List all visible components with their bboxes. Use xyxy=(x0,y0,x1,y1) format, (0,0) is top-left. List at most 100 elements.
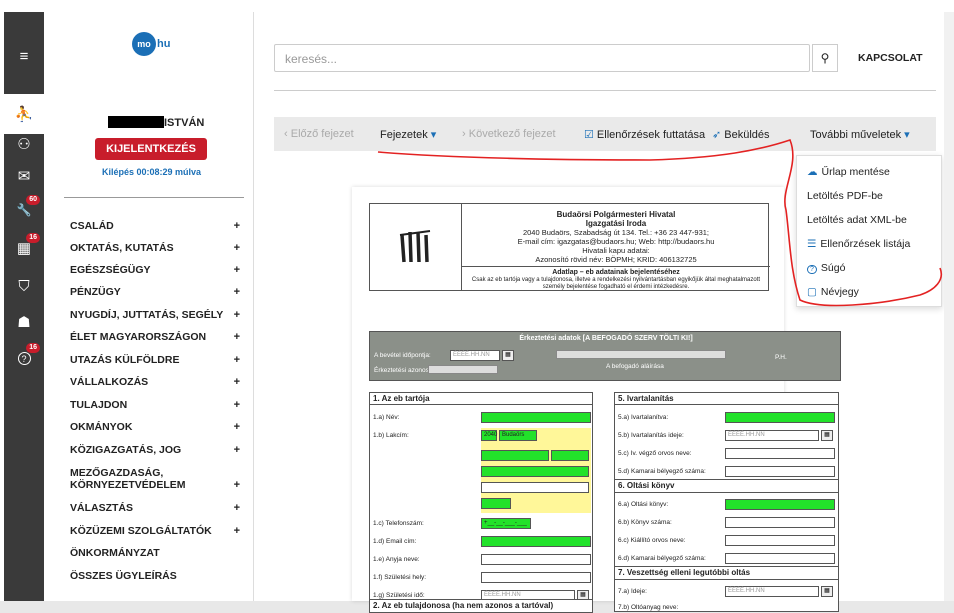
receipt-title: Érkeztetési adatok [A BEFOGADÓ SZERV TÖL… xyxy=(519,335,693,342)
menu-item-egeszsegugy[interactable]: EGÉSZSÉGÜGY + xyxy=(70,264,240,276)
field-label: 5.a) Ivartalanítva: xyxy=(618,414,669,421)
email-input[interactable] xyxy=(481,536,591,547)
receipt-date-input[interactable]: ÉÉÉÉ.HH.NN xyxy=(450,350,500,361)
search-input[interactable]: keresés... xyxy=(274,44,810,72)
issuing-vet-input[interactable] xyxy=(725,535,835,546)
office-info: Budaörsi Polgármesteri Hivatal Igazgatás… xyxy=(517,210,715,264)
about-item[interactable]: ▢ Névjegy xyxy=(807,286,859,298)
expand-icon[interactable]: + xyxy=(234,242,240,254)
save-form-item[interactable]: ☁ Űrlap mentése xyxy=(807,166,890,178)
more-actions-dropdown[interactable]: További műveletek ▾ xyxy=(810,128,910,141)
expand-icon[interactable]: + xyxy=(234,399,240,411)
expand-icon[interactable]: + xyxy=(234,525,240,537)
mother-name-input[interactable] xyxy=(481,554,591,565)
submit-button[interactable]: ➶ Beküldés xyxy=(712,128,770,141)
street-input[interactable] xyxy=(481,450,549,461)
cloud-upload-icon: ☁ xyxy=(807,166,818,178)
wrench-icon[interactable]: 🔧 60 xyxy=(4,190,44,230)
expand-icon[interactable]: + xyxy=(234,421,240,433)
menu-item-mezogazdasag[interactable]: MEZŐGAZDASÁG, KÖRNYEZETVÉDELEM + xyxy=(70,467,240,491)
house-number-input[interactable] xyxy=(481,466,589,477)
book-number-input[interactable] xyxy=(725,517,835,528)
expand-icon[interactable]: + xyxy=(234,286,240,298)
calendar-icon[interactable]: ▦ xyxy=(502,350,514,361)
download-pdf-item[interactable]: Letöltés PDF-be xyxy=(807,190,883,202)
birth-place-input[interactable] xyxy=(481,572,591,583)
city-input[interactable]: Budaörs xyxy=(499,430,537,441)
prev-chapter-button[interactable]: ‹ Előző fejezet xyxy=(284,128,354,140)
street-type-input[interactable] xyxy=(551,450,589,461)
expand-icon[interactable]: + xyxy=(234,444,240,456)
menu-item-nyugdij[interactable]: NYUGDÍJ, JUTTATÁS, SEGÉLY + xyxy=(70,309,240,321)
help-icon[interactable]: ? 16 xyxy=(4,338,44,378)
field-label: 1.d) Email cím: xyxy=(373,538,417,545)
menu-item-penzugy[interactable]: PÉNZÜGY + xyxy=(70,286,240,298)
field-label: 1.f) Születési hely: xyxy=(373,574,427,581)
site-logo[interactable]: mo hu xyxy=(132,32,180,56)
section-title: 5. Ivartalanítás xyxy=(618,394,674,403)
next-chapter-button[interactable]: › Következő fejezet xyxy=(462,128,556,140)
expand-icon[interactable]: + xyxy=(234,479,240,491)
menu-item-okmanyok[interactable]: OKMÁNYOK + xyxy=(70,421,240,433)
search-button[interactable]: ⚲ xyxy=(812,44,838,72)
building-input[interactable] xyxy=(481,482,589,493)
field-label: 6.a) Oltási könyv: xyxy=(618,501,669,508)
stamp-label: P.H. xyxy=(775,354,787,361)
building-icon[interactable]: ▦ 16 xyxy=(4,228,44,268)
scrollbar[interactable] xyxy=(944,12,954,601)
rabies-date-input[interactable]: ÉÉÉÉ.HH.NN xyxy=(725,586,819,597)
receipt-id-input[interactable] xyxy=(428,365,498,374)
checks-list-item[interactable]: ☰ Ellenőrzések listája xyxy=(807,238,910,250)
badge: 16 xyxy=(26,343,40,353)
neutered-date-input[interactable]: ÉÉÉÉ.HH.NN xyxy=(725,430,819,441)
divider xyxy=(274,90,936,91)
menu-item-valasztas[interactable]: VÁLASZTÁS + xyxy=(70,502,240,514)
download-xml-item[interactable]: Letöltés adat XML-be xyxy=(807,214,907,226)
vaccination-book-select[interactable] xyxy=(725,499,835,510)
calendar-icon[interactable]: ▦ xyxy=(821,586,833,597)
menu-item-elet[interactable]: ÉLET MAGYARORSZÁGON + xyxy=(70,331,240,343)
menu-item-onkormanyzat[interactable]: ÖNKORMÁNYZAT xyxy=(70,547,235,559)
menu-item-csalad[interactable]: CSALÁD + xyxy=(70,220,240,232)
contact-link[interactable]: KAPCSOLAT xyxy=(858,52,923,64)
main-menu-panel: mo hu ISTVÁN KIJELENTKEZÉS Kilépés 00:08… xyxy=(44,12,254,601)
add-user-icon[interactable]: ☗ xyxy=(4,302,44,342)
receipt-signature-field[interactable] xyxy=(556,350,726,359)
expand-icon[interactable]: + xyxy=(234,309,240,321)
phone-input[interactable]: +__-__-___-___ xyxy=(481,518,531,529)
address-extra-input[interactable] xyxy=(481,498,511,509)
neutered-select[interactable] xyxy=(725,412,835,423)
field-label: 1.e) Anyja neve: xyxy=(373,556,420,563)
expand-icon[interactable]: + xyxy=(234,376,240,388)
menu-item-osszes[interactable]: ÖSSZES ÜGYLEÍRÁS xyxy=(70,570,235,582)
zip-input[interactable]: 2040 xyxy=(481,430,497,441)
chapters-dropdown[interactable]: Fejezetek ▾ xyxy=(380,128,436,141)
menu-item-kozigazgatas[interactable]: KÖZIGAZGATÁS, JOG + xyxy=(70,444,240,456)
menu-item-vallalkozas[interactable]: VÁLLALKOZÁS + xyxy=(70,376,240,388)
main-content: keresés... ⚲ KAPCSOLAT ‹ Előző fejezet F… xyxy=(254,12,954,613)
receipt-sign-label: A befogadó aláírása xyxy=(606,363,664,370)
menu-item-kozuzemi[interactable]: KÖZÜZEMI SZOLGÁLTATÓK + xyxy=(70,525,240,537)
run-checks-button[interactable]: ☑ Ellenőrzések futtatása xyxy=(584,128,705,141)
expand-icon[interactable]: + xyxy=(234,354,240,366)
badge: 16 xyxy=(26,233,40,243)
expand-icon[interactable]: + xyxy=(234,264,240,276)
logout-button[interactable]: KIJELENTKEZÉS xyxy=(95,138,207,160)
shield-icon[interactable]: ⛉ xyxy=(4,266,44,306)
field-label: 5.b) Ivartalanítás ideje: xyxy=(618,432,684,439)
menu-item-tulajdon[interactable]: TULAJDON + xyxy=(70,399,240,411)
expand-icon[interactable]: + xyxy=(234,502,240,514)
section-title: 6. Oltási könyv xyxy=(618,481,675,490)
menu-item-oktatas[interactable]: OKTATÁS, KUTATÁS + xyxy=(70,242,240,254)
expand-icon[interactable]: + xyxy=(234,220,240,232)
vet-name-input[interactable] xyxy=(725,448,835,459)
expand-icon[interactable]: + xyxy=(234,331,240,343)
menu-item-utazas[interactable]: UTAZÁS KÜLFÖLDRE + xyxy=(70,354,240,366)
issuing-stamp-input[interactable] xyxy=(725,553,835,564)
name-input[interactable] xyxy=(481,412,591,423)
stamp-number-input[interactable] xyxy=(725,466,835,477)
calendar-icon[interactable]: ▦ xyxy=(821,430,833,441)
help-item[interactable]: ? Súgó xyxy=(807,262,845,274)
menu-icon[interactable]: ≡ xyxy=(4,36,44,76)
icon-sidebar: ≡ ⛹ ⚇ ✉ 🔧 60 ▦ 16 ⛉ ☗ ? 16 xyxy=(4,12,44,601)
